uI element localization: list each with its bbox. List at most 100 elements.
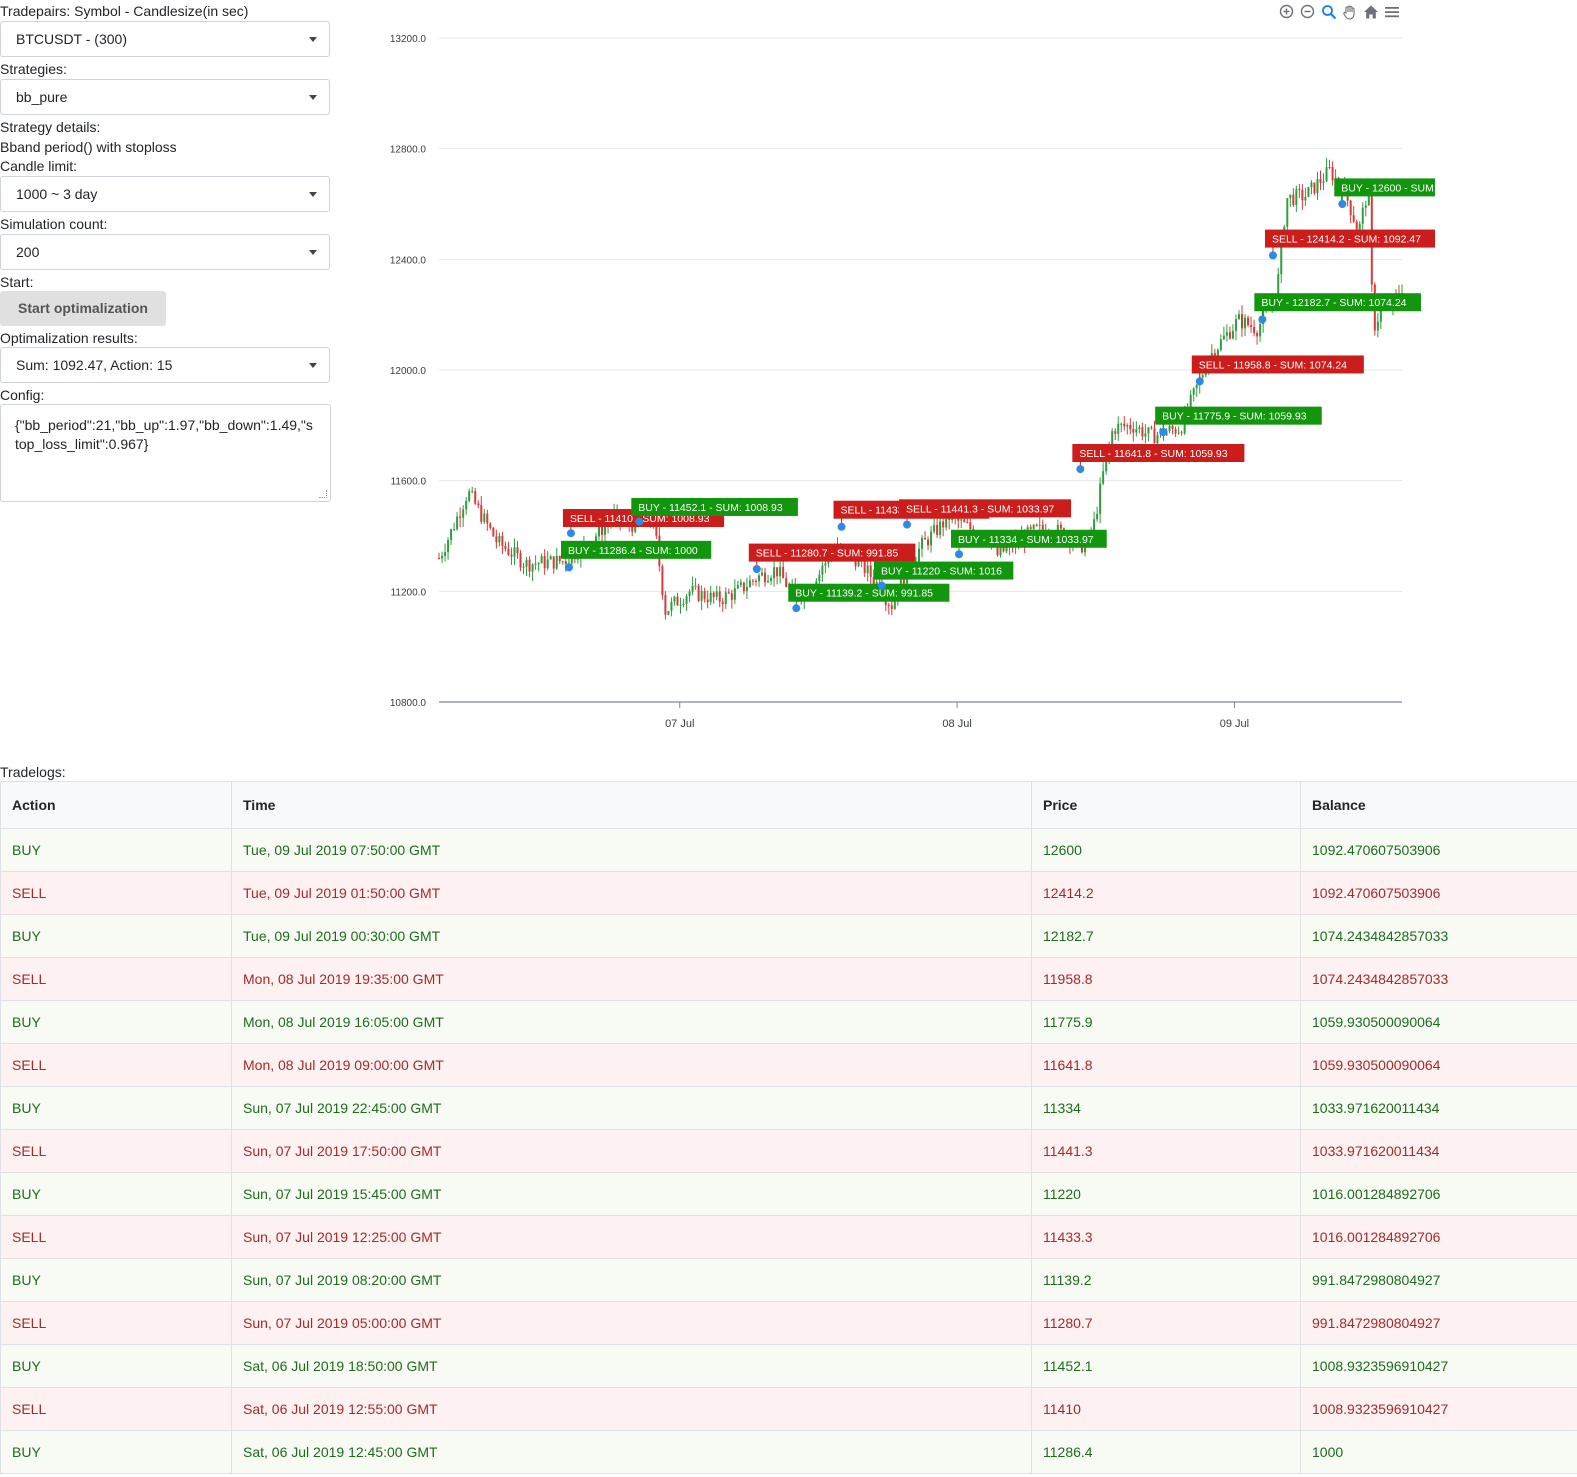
candle-body (706, 599, 709, 603)
candle-body (1147, 427, 1150, 434)
cell-time: Sat, 06 Jul 2019 12:55:00 GMT (231, 1387, 1032, 1431)
candle-body (474, 491, 477, 504)
annotation-label: BUY - 11220 - SUM: 1016 (881, 566, 1002, 578)
results-select[interactable]: Sum: 1092.47, Action: 15 (0, 347, 330, 383)
trade-marker[interactable] (566, 529, 575, 538)
candle-body (927, 539, 930, 546)
cell-action: SELL (0, 871, 232, 915)
table-row[interactable]: SELL Sat, 06 Jul 2019 12:55:00 GMT 11410 10… (0, 1387, 1577, 1431)
candle-body (1241, 314, 1244, 329)
tradelogs-table: Action Time Price Balance BUY Tue, 09 Jul… (0, 781, 1577, 1474)
config-textarea[interactable]: {"bb_period":21,"bb_up":1.97,"bb_down":1… (0, 404, 331, 502)
trade-marker[interactable] (903, 520, 912, 529)
column-header-time[interactable]: Time (231, 781, 1032, 829)
tradelogs-table-container: Action Time Price Balance BUY Tue, 09 Jul… (0, 781, 1577, 1474)
candle-limit-select[interactable]: 1000 ~ 3 day (0, 176, 330, 212)
candle-body (555, 555, 558, 569)
candle-body (939, 521, 942, 535)
trade-marker[interactable] (635, 517, 644, 526)
cell-balance: 1033.971620011434 (1300, 1129, 1577, 1173)
table-row[interactable]: BUY Mon, 08 Jul 2019 16:05:00 GMT 11775.9 1… (0, 1000, 1577, 1044)
annotation-label: SELL - 11641.8 - SUM: 1059.93 (1079, 448, 1227, 460)
table-row[interactable]: SELL Sun, 07 Jul 2019 12:25:00 GMT 11433.3… (0, 1215, 1577, 1259)
cell-time: Sat, 06 Jul 2019 18:50:00 GMT (231, 1344, 1032, 1388)
cell-time: Mon, 08 Jul 2019 16:05:00 GMT (231, 1000, 1032, 1044)
table-row[interactable]: BUY Sat, 06 Jul 2019 12:45:00 GMT 11286.4 1… (0, 1430, 1577, 1474)
y-tick-label: 11600.0 (391, 477, 427, 488)
cell-time: Sun, 07 Jul 2019 22:45:00 GMT (231, 1086, 1032, 1130)
trade-marker[interactable] (837, 522, 846, 531)
config-label: Config: (0, 387, 45, 403)
y-tick-label: 10800.0 (390, 698, 427, 709)
trade-marker[interactable] (565, 563, 574, 572)
table-row[interactable]: BUY Sun, 07 Jul 2019 15:45:00 GMT 11220 101… (0, 1172, 1577, 1216)
candle-body (483, 513, 486, 522)
cell-balance: 1016.001284892706 (1300, 1215, 1577, 1259)
candle-body (1171, 425, 1174, 429)
trade-marker[interactable] (752, 565, 761, 574)
trade-marker[interactable] (1338, 200, 1347, 208)
candle-body (564, 561, 567, 565)
candle-body (1177, 432, 1180, 434)
x-tick-label: 09 Jul (1220, 718, 1249, 730)
table-row[interactable]: BUY Tue, 09 Jul 2019 07:50:00 GMT 12600 109… (0, 828, 1577, 872)
strategies-label: Strategies: (0, 61, 67, 77)
column-header-price[interactable]: Price (1031, 781, 1301, 829)
cell-balance: 1008.9323596910427 (1300, 1387, 1577, 1431)
table-row[interactable]: BUY Sun, 07 Jul 2019 08:20:00 GMT 11139.2 9… (0, 1258, 1577, 1302)
cell-price: 11280.7 (1031, 1301, 1301, 1345)
candle-body (1352, 215, 1355, 222)
tradepair-select[interactable]: BTCUSDT - (300) (0, 21, 330, 57)
table-row[interactable]: BUY Sun, 07 Jul 2019 22:45:00 GMT 11334 103… (0, 1086, 1577, 1130)
table-row[interactable]: SELL Tue, 09 Jul 2019 01:50:00 GMT 12414.2… (0, 871, 1577, 915)
candle-body (933, 524, 936, 532)
table-row[interactable]: SELL Mon, 08 Jul 2019 09:00:00 GMT 11641.8… (0, 1043, 1577, 1087)
trade-marker[interactable] (1076, 465, 1085, 474)
column-header-balance[interactable]: Balance (1300, 781, 1577, 829)
candle-body (776, 567, 779, 577)
candle-body (1156, 434, 1159, 444)
trade-marker[interactable] (1258, 315, 1267, 324)
candle-body (718, 591, 721, 602)
candle-body (818, 574, 821, 582)
table-row[interactable]: BUY Sat, 06 Jul 2019 18:50:00 GMT 11452.1 1… (0, 1344, 1577, 1388)
strategy-select[interactable]: bb_pure (0, 79, 330, 115)
resize-handle-icon[interactable] (319, 490, 327, 498)
cell-time: Sun, 07 Jul 2019 12:25:00 GMT (231, 1215, 1032, 1259)
candle-body (697, 585, 700, 601)
cell-price: 11410 (1031, 1387, 1301, 1431)
candle-body (921, 538, 924, 549)
config-text: {"bb_period":21,"bb_up":1.97,"bb_down":1… (15, 417, 313, 452)
candle-body (709, 592, 712, 603)
chevron-down-icon (309, 95, 317, 100)
table-row[interactable]: SELL Sun, 07 Jul 2019 17:50:00 GMT 11441.3… (0, 1129, 1577, 1173)
cell-action: SELL (0, 1215, 232, 1259)
table-row[interactable]: BUY Tue, 09 Jul 2019 00:30:00 GMT 12182.7 1… (0, 914, 1577, 958)
candlestick-chart[interactable]: 13200.0 12800.0 12400.0 12000.0 11600.0 11200… (335, 0, 1435, 740)
trade-marker[interactable] (1195, 377, 1204, 386)
simulation-count-select[interactable]: 200 (0, 234, 330, 270)
chevron-down-icon (309, 363, 317, 368)
candle-body (748, 580, 751, 588)
cell-time: Tue, 09 Jul 2019 00:30:00 GMT (231, 914, 1032, 958)
annotation-label: BUY - 12600 - SUM: 1092.47 (1341, 182, 1435, 194)
y-tick-label: 12000.0 (390, 366, 427, 377)
start-optimalization-button[interactable]: Start optimalization (0, 291, 166, 326)
trade-marker[interactable] (955, 550, 964, 559)
table-row[interactable]: SELL Sun, 07 Jul 2019 05:00:00 GMT 11280.7… (0, 1301, 1577, 1345)
trade-marker[interactable] (792, 604, 801, 613)
cell-balance: 1033.971620011434 (1300, 1086, 1577, 1130)
candle-body (498, 535, 501, 543)
candle-body (1244, 317, 1247, 329)
trade-marker[interactable] (877, 581, 886, 590)
column-header-action[interactable]: Action (0, 781, 232, 829)
candle-body (754, 580, 757, 582)
table-row[interactable]: SELL Mon, 08 Jul 2019 19:35:00 GMT 11958.8… (0, 957, 1577, 1001)
candle-body (1256, 332, 1259, 337)
candle-body (1153, 428, 1156, 444)
trade-marker[interactable] (1159, 428, 1168, 437)
trade-marker[interactable] (1268, 251, 1277, 260)
candle-body (531, 564, 534, 572)
candle-body (1292, 194, 1295, 205)
table-header-row: Action Time Price Balance (0, 781, 1577, 829)
